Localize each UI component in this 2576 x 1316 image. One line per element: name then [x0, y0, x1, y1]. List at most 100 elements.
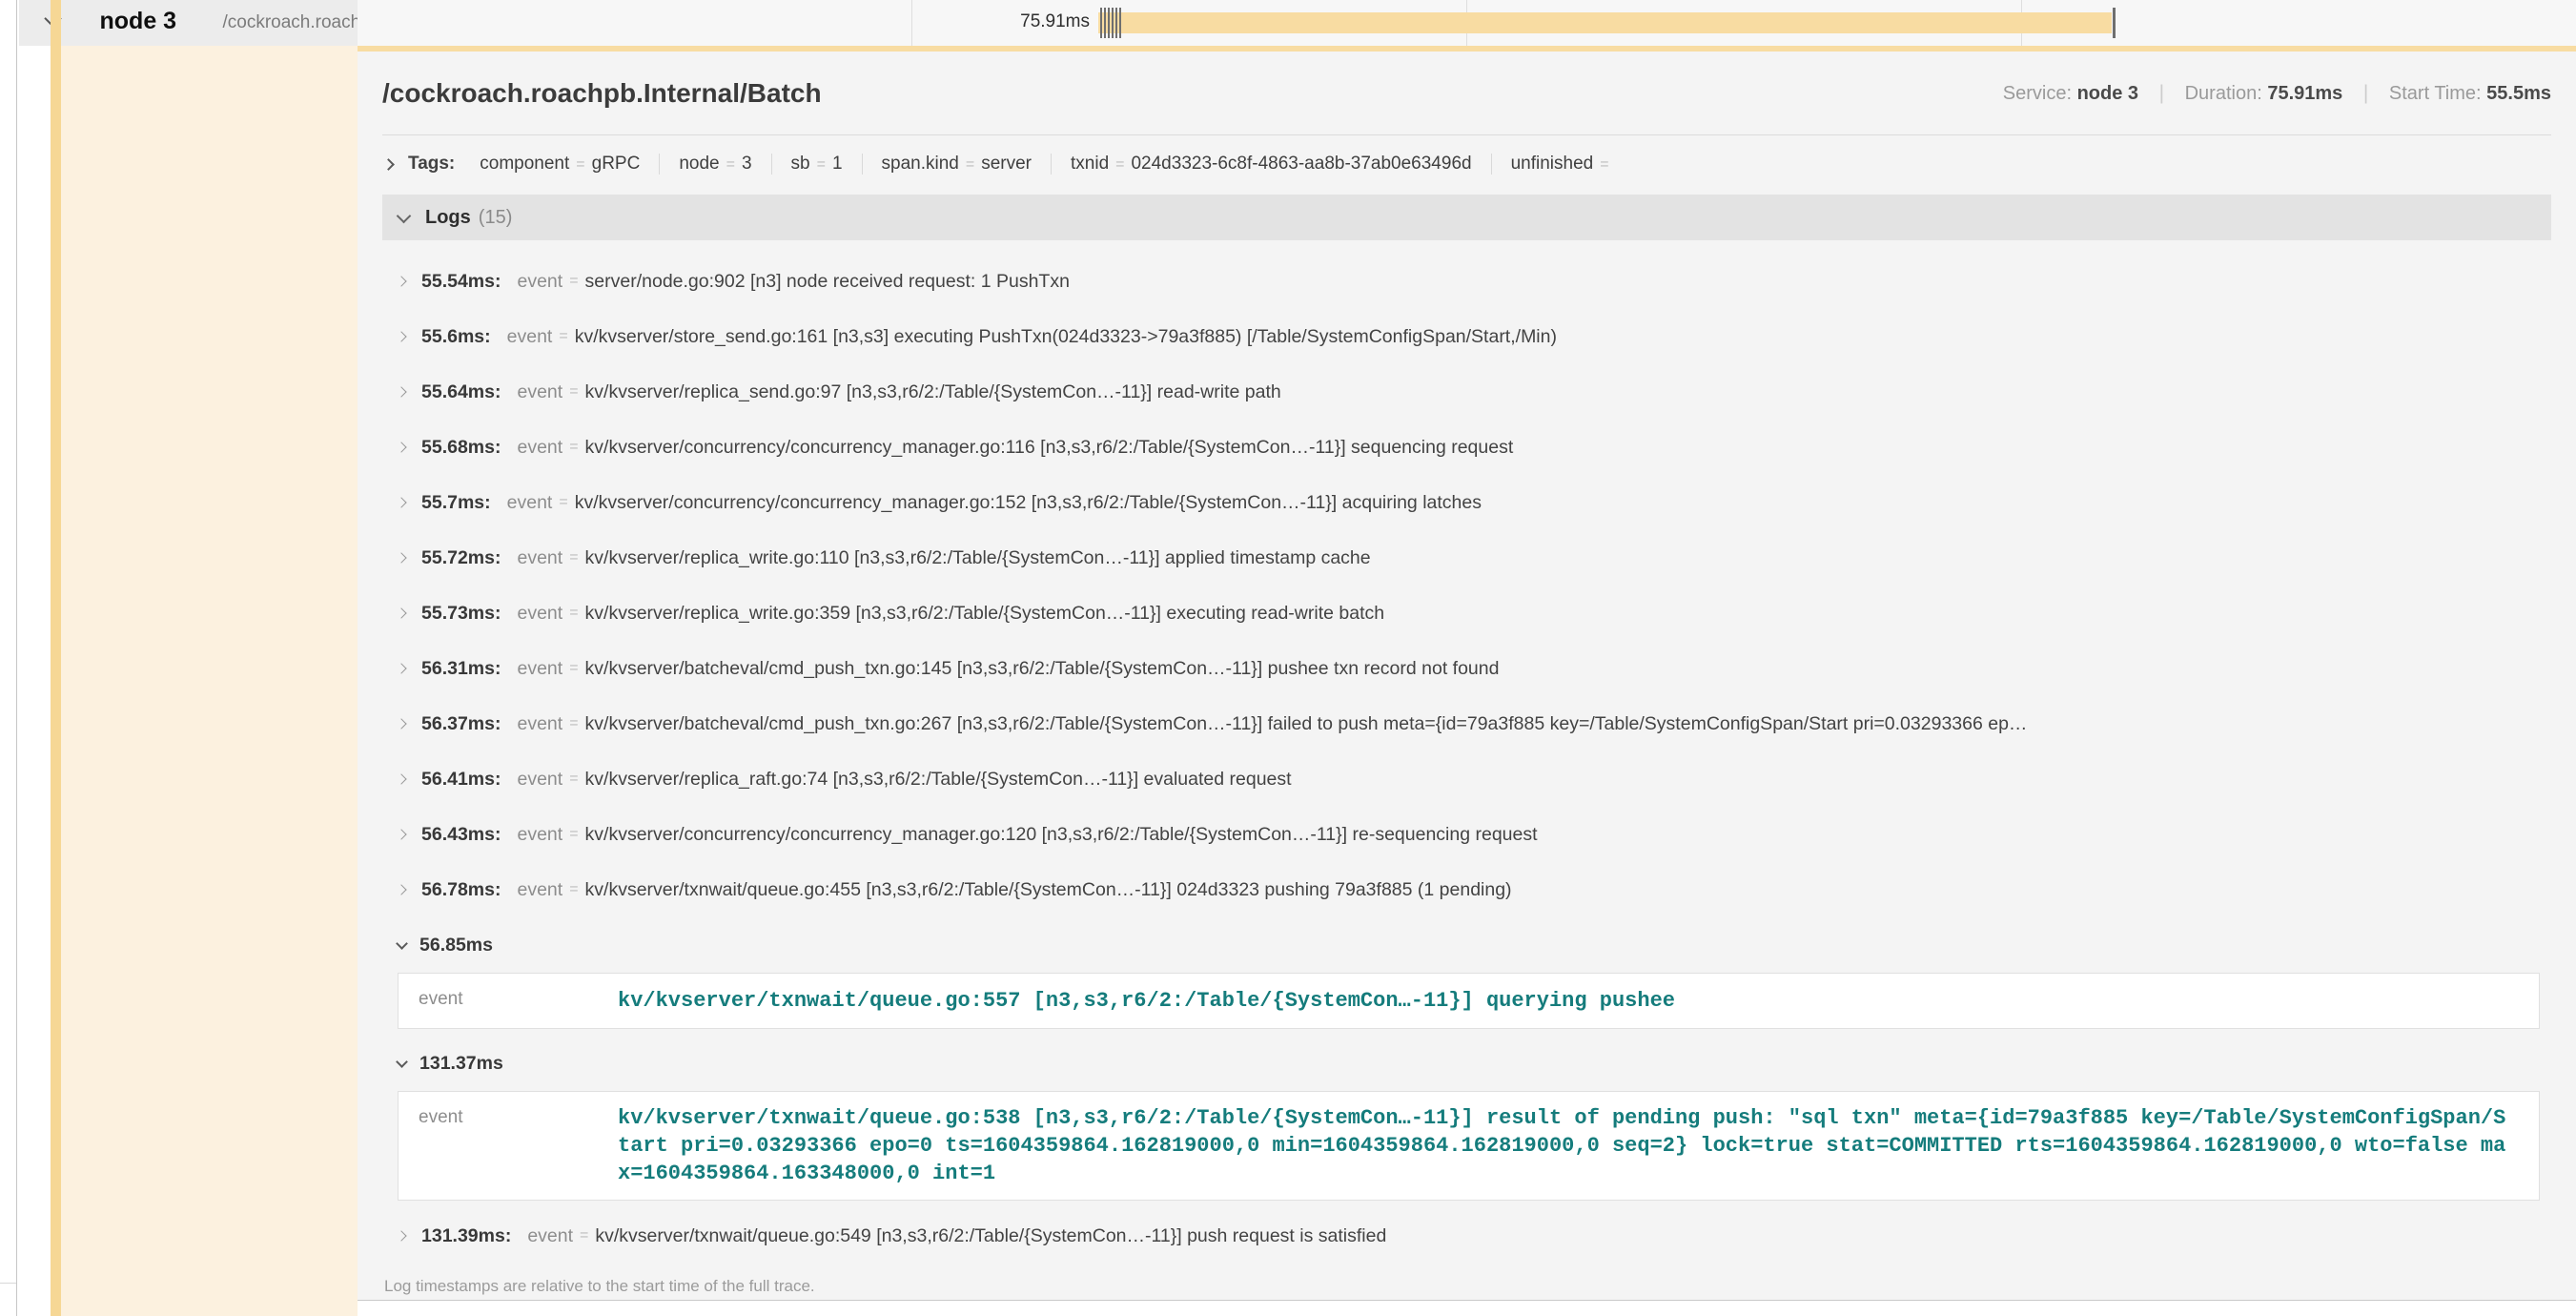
tag-value: server	[981, 154, 1032, 174]
log-timestamp: 55.64ms:	[421, 381, 501, 403]
span-duration-bar[interactable]	[1098, 12, 2112, 33]
tag-key: sb	[791, 154, 810, 174]
chevron-right-icon[interactable]	[382, 158, 395, 171]
chevron-down-icon[interactable]	[396, 937, 408, 950]
chevron-right-icon[interactable]	[398, 497, 407, 507]
equals-sign: =	[569, 383, 578, 401]
log-tick	[1108, 8, 1110, 38]
log-list: 55.54ms: event = server/node.go:902 [n3]…	[382, 240, 2551, 1264]
equals-sign: =	[1600, 156, 1608, 173]
log-field: event	[517, 271, 562, 293]
tag: unfinished =	[1492, 154, 1635, 175]
log-row[interactable]: 55.6ms: event = kv/kvserver/store_send.g…	[398, 309, 2551, 364]
log-timestamp: 56.78ms:	[421, 879, 501, 901]
tag-key: span.kind	[882, 154, 959, 174]
span-name-row[interactable]: node 3 /cockroach.roach…	[19, 0, 358, 46]
start-time-label: Start Time:	[2389, 83, 2482, 104]
log-row[interactable]: 56.43ms: event = kv/kvserver/concurrency…	[398, 807, 2551, 862]
equals-sign: =	[569, 826, 578, 843]
log-row[interactable]: 131.39ms: event = kv/kvserver/txnwait/qu…	[398, 1208, 2551, 1264]
log-value: kv/kvserver/replica_raft.go:74 [n3,s3,r6…	[585, 769, 1292, 791]
log-row[interactable]: 56.78ms: event = kv/kvserver/txnwait/que…	[398, 862, 2551, 917]
span-meta: Service: node 3 | Duration: 75.91ms | St…	[2003, 82, 2551, 105]
log-row[interactable]: 56.31ms: event = kv/kvserver/batcheval/c…	[398, 641, 2551, 696]
chevron-right-icon[interactable]	[398, 773, 407, 784]
log-field: event	[507, 492, 553, 514]
log-row[interactable]: 55.68ms: event = kv/kvserver/concurrency…	[398, 420, 2551, 475]
chevron-down-icon[interactable]	[396, 1056, 408, 1068]
log-timestamp: 56.43ms:	[421, 824, 501, 846]
span-duration-label: 75.91ms	[358, 11, 1090, 32]
log-timestamp: 55.54ms:	[421, 271, 501, 293]
chevron-right-icon[interactable]	[398, 607, 407, 618]
log-timestamp: 55.6ms:	[421, 326, 491, 348]
log-timestamp: 55.73ms:	[421, 603, 501, 625]
tag-key: component	[480, 154, 569, 174]
chevron-right-icon[interactable]	[398, 331, 407, 341]
chevron-right-icon[interactable]	[398, 884, 407, 894]
chevron-right-icon[interactable]	[398, 276, 407, 286]
log-field: event	[507, 326, 553, 348]
chevron-right-icon[interactable]	[398, 663, 407, 673]
chevron-right-icon[interactable]	[398, 1230, 407, 1241]
tags-row[interactable]: Tags: component=gRPC node=3 sb=1 span.ki…	[382, 135, 2551, 193]
tag: txnid=024d3323-6c8f-4863-aa8b-37ab0e6349…	[1052, 154, 1492, 175]
log-timestamp: 55.68ms:	[421, 437, 501, 459]
equals-sign: =	[559, 328, 567, 345]
span-detail-panel: /cockroach.roachpb.Internal/Batch Servic…	[358, 46, 2576, 1301]
log-value-mono: kv/kvserver/txnwait/queue.go:538 [n3,s3,…	[618, 1104, 2539, 1187]
log-tick	[1115, 8, 1117, 38]
log-timestamp: 55.72ms:	[421, 547, 501, 569]
equals-sign: =	[580, 1227, 588, 1244]
log-value: kv/kvserver/txnwait/queue.go:549 [n3,s3,…	[595, 1225, 1386, 1247]
chevron-right-icon[interactable]	[398, 442, 407, 452]
span-title: /cockroach.roachpb.Internal/Batch	[382, 78, 822, 109]
equals-sign: =	[559, 494, 567, 511]
selected-span-highlight	[61, 46, 358, 1316]
chevron-right-icon[interactable]	[398, 829, 407, 839]
chevron-right-icon[interactable]	[398, 386, 407, 397]
chevron-right-icon[interactable]	[398, 552, 407, 563]
meta-separator: |	[2363, 82, 2368, 104]
chevron-down-icon[interactable]	[397, 208, 412, 223]
equals-sign: =	[569, 715, 578, 732]
tag-key: unfinished	[1511, 154, 1594, 174]
equals-sign: =	[569, 605, 578, 622]
equals-sign: =	[569, 439, 578, 456]
log-row[interactable]: 55.7ms: event = kv/kvserver/concurrency/…	[398, 475, 2551, 530]
log-row[interactable]: 55.72ms: event = kv/kvserver/replica_wri…	[398, 530, 2551, 586]
log-row[interactable]: 56.41ms: event = kv/kvserver/replica_raf…	[398, 751, 2551, 807]
log-value: kv/kvserver/concurrency/concurrency_mana…	[585, 824, 1538, 846]
chevron-right-icon[interactable]	[398, 718, 407, 729]
log-row[interactable]: 56.37ms: event = kv/kvserver/batcheval/c…	[398, 696, 2551, 751]
equals-sign: =	[966, 156, 974, 173]
log-field: event	[517, 713, 562, 735]
tag-key: txnid	[1071, 154, 1109, 174]
log-row[interactable]: 55.64ms: event = kv/kvserver/replica_sen…	[398, 364, 2551, 420]
log-tick	[1119, 8, 1121, 38]
trace-view-left-gutter	[0, 0, 17, 1316]
equals-sign: =	[569, 771, 578, 788]
meta-separator: |	[2159, 82, 2164, 104]
logs-section-header[interactable]: Logs (15)	[382, 195, 2551, 240]
service-value: node 3	[2077, 83, 2138, 104]
log-timestamp: 56.41ms:	[421, 769, 501, 791]
log-value: kv/kvserver/txnwait/queue.go:455 [n3,s3,…	[585, 879, 1512, 901]
service-label: Service:	[2003, 83, 2072, 104]
span-timeline-row[interactable]: 75.91ms	[358, 0, 2576, 46]
log-row-expanded-header[interactable]: 56.85ms	[398, 917, 2551, 973]
duration-value: 75.91ms	[2267, 83, 2342, 104]
span-color-strip	[51, 0, 61, 1316]
log-row[interactable]: 55.54ms: event = server/node.go:902 [n3]…	[398, 254, 2551, 309]
log-row[interactable]: 55.73ms: event = kv/kvserver/replica_wri…	[398, 586, 2551, 641]
tags-label: Tags:	[408, 154, 455, 175]
log-value: kv/kvserver/replica_write.go:359 [n3,s3,…	[585, 603, 1385, 625]
log-detail-box: event kv/kvserver/txnwait/queue.go:557 […	[398, 973, 2540, 1029]
tag: sb=1	[772, 154, 863, 175]
log-tick	[1100, 8, 1102, 38]
equals-sign: =	[817, 156, 826, 173]
log-field: event	[527, 1225, 573, 1247]
log-row-expanded-header[interactable]: 131.37ms	[398, 1036, 2551, 1091]
logs-footer-note: Log timestamps are relative to the start…	[382, 1264, 2551, 1296]
log-field: event	[517, 603, 562, 625]
